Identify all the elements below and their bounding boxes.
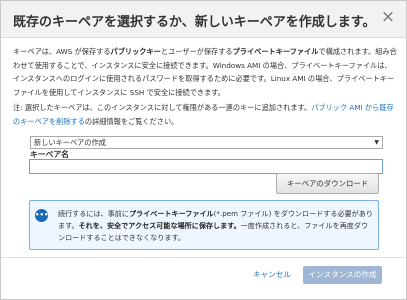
info-bold-part: それを、安全でアクセス可能な場所に保存します。 [78, 221, 241, 230]
key-pair-name-input[interactable] [29, 159, 383, 174]
launch-instances-button[interactable]: インスタンスの作成 [303, 266, 382, 284]
info-chat-icon: ••• [35, 209, 48, 222]
key-pair-description: キーペアは、AWS が保存するパブリックキーとユーザーが保存するプライベートキー… [13, 45, 397, 99]
key-pair-note: 注: 選択したキーペアは、このインスタンスに対して権限がある一連のキーに追加され… [13, 101, 397, 128]
dialog-title: 既存のキーペアを選択するか、新しいキーペアを作成します。 [13, 15, 376, 30]
description-text: キーペアは、AWS が保存する [13, 47, 111, 56]
private-key-file-term: プライベートキーファイル [232, 47, 319, 56]
dialog-header: 既存のキーペアを選択するか、新しいキーペアを作成します。 × [1, 1, 406, 38]
key-pair-option-select[interactable]: 新しいキーペアの作成 ▼ [30, 136, 383, 149]
note-text: 注: 選択したキーペアは、このインスタンスに対して権限がある一連のキーに追加され… [13, 103, 312, 112]
info-text-part: 続行するには、事前に [58, 209, 129, 218]
download-key-pair-button[interactable]: キーペアのダウンロード [276, 173, 379, 194]
key-pair-dialog: 既存のキーペアを選択するか、新しいキーペアを作成します。 × キーペアは、AWS… [0, 0, 407, 300]
info-text: 続行するには、事前にプライベートキーファイル(*.pem ファイル) をダウンロ… [58, 208, 374, 244]
cancel-button[interactable]: キャンセル [253, 267, 291, 283]
dropdown-arrow-icon: ▼ [374, 139, 379, 146]
close-icon[interactable]: × [379, 9, 397, 27]
footer-divider [1, 257, 406, 258]
info-message: ••• 続行するには、事前にプライベートキーファイル(*.pem ファイル) を… [29, 200, 379, 250]
info-bold-part: プライベートキーファイル [128, 209, 214, 218]
public-key-term: パブリックキー [110, 47, 161, 56]
note-text: の詳細情報をご覧ください。 [84, 116, 179, 126]
description-text: とユーザーが保存する [160, 47, 233, 56]
select-value: 新しいキーペアの作成 [34, 138, 106, 147]
